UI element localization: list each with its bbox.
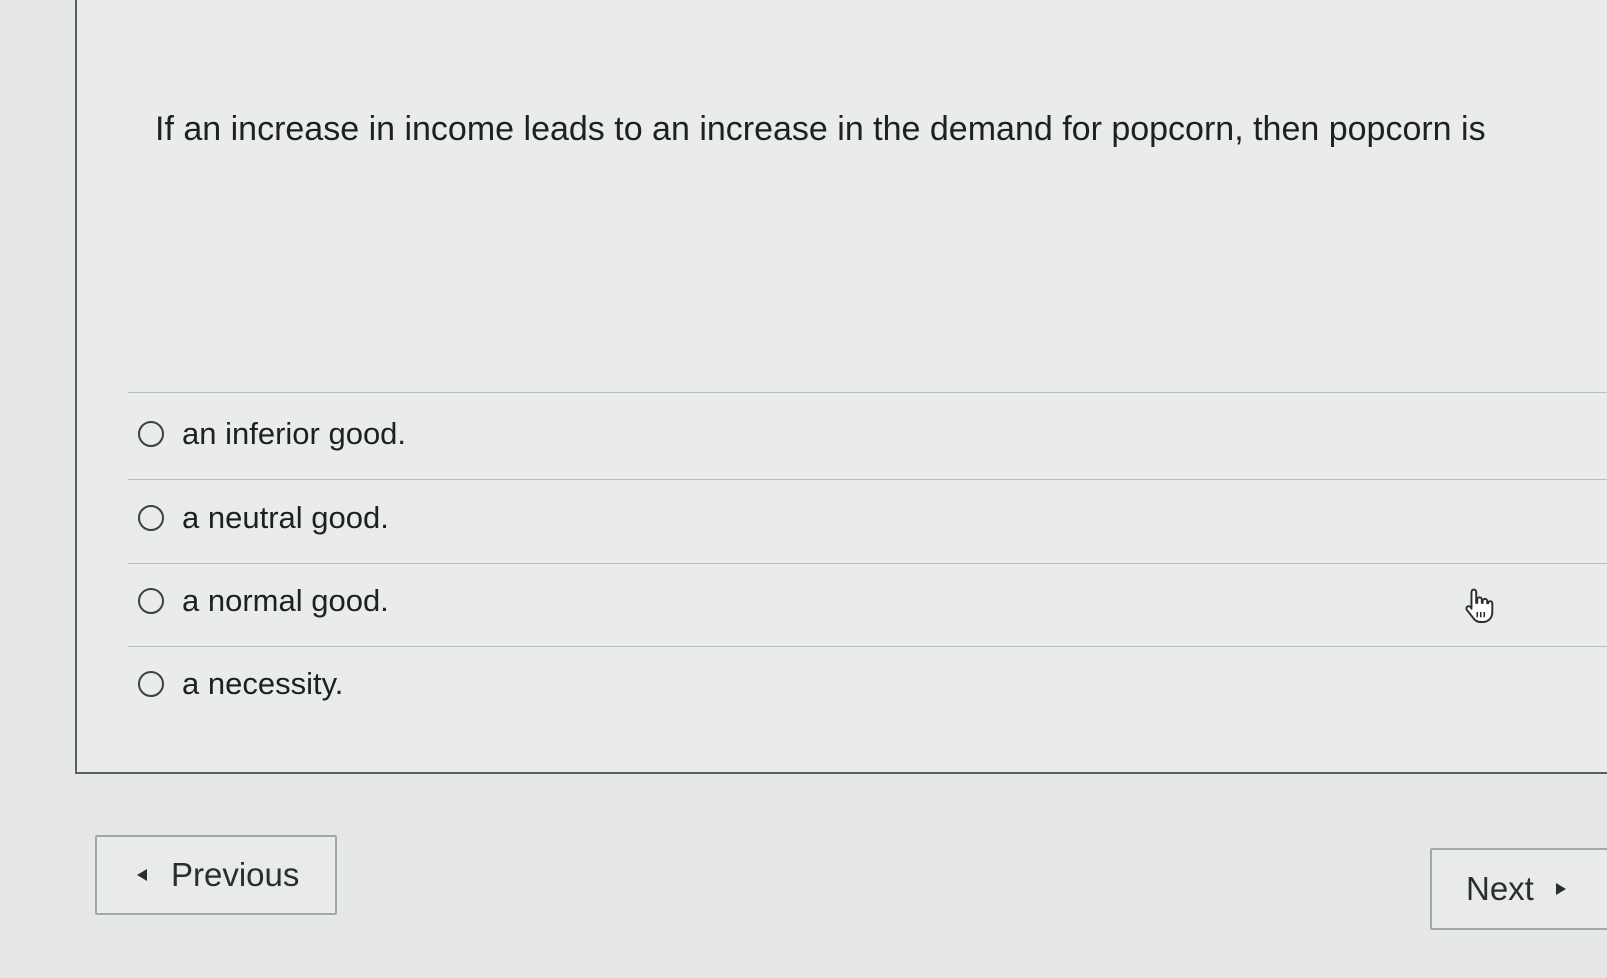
hand-pointer-icon — [1465, 588, 1494, 623]
option-label: a neutral good. — [182, 500, 389, 535]
divider — [128, 479, 1607, 480]
answer-option-necessity[interactable]: a necessity. — [138, 664, 343, 704]
divider — [128, 646, 1607, 647]
option-label: an inferior good. — [182, 416, 407, 451]
divider — [128, 563, 1607, 564]
next-button[interactable]: Next — [1430, 848, 1607, 930]
radio-button[interactable] — [138, 505, 164, 531]
answer-option-inferior[interactable]: an inferior good. — [138, 414, 406, 454]
caret-left-icon — [137, 869, 147, 881]
radio-button[interactable] — [138, 588, 164, 614]
caret-right-icon — [1555, 883, 1566, 895]
radio-button[interactable] — [138, 421, 164, 447]
option-label: a normal good. — [182, 583, 389, 618]
option-label: a necessity. — [182, 666, 344, 701]
divider — [128, 392, 1607, 393]
question-text: If an increase in income leads to an inc… — [155, 110, 1486, 148]
previous-button[interactable]: Previous — [95, 835, 337, 915]
answer-option-neutral[interactable]: a neutral good. — [138, 498, 389, 538]
next-button-label: Next — [1466, 870, 1534, 907]
previous-button-label: Previous — [171, 856, 300, 893]
radio-button[interactable] — [138, 671, 164, 697]
answer-option-normal[interactable]: a normal good. — [138, 581, 389, 621]
